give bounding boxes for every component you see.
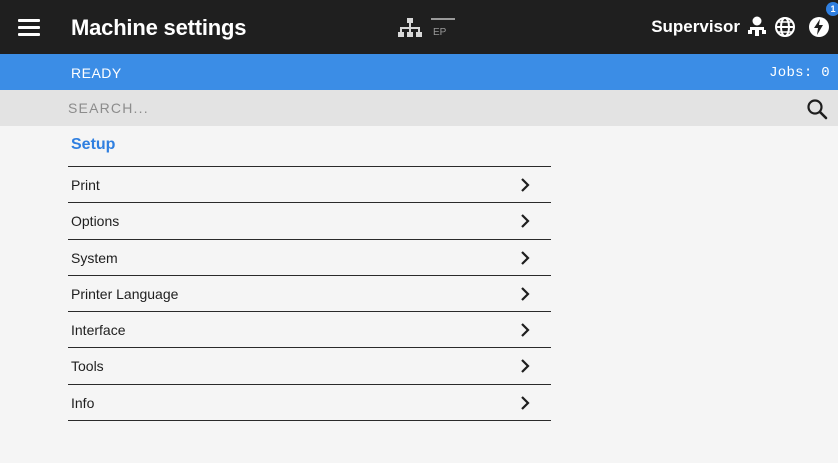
menu-item-label: Options [71, 213, 120, 230]
menu-item-printer-language[interactable]: Printer Language [68, 276, 551, 313]
user-role[interactable]: Supervisor [651, 17, 740, 37]
top-bar: Machine settings EP Supervisor 1 [0, 0, 838, 54]
network-status: EP [397, 17, 457, 39]
menu-item-label: Printer Language [71, 285, 179, 302]
menu-item-interface[interactable]: Interface [68, 312, 551, 349]
search-input[interactable] [68, 96, 768, 120]
network-label: EP [433, 27, 447, 38]
search-icon[interactable] [806, 98, 828, 120]
section-title-setup: Setup [71, 136, 116, 153]
menu-item-label: System [71, 249, 118, 266]
status-bar: READY Jobs: 0 [0, 54, 838, 90]
settings-menu: Print Options System Printer Language In… [68, 166, 551, 422]
chevron-right-icon [521, 250, 530, 265]
status-text: READY [71, 65, 122, 81]
menu-icon[interactable] [18, 17, 42, 37]
network-icon [398, 18, 422, 37]
chevron-right-icon [521, 323, 530, 337]
power-icon[interactable] [808, 16, 830, 38]
menu-item-label: Tools [71, 358, 104, 375]
menu-item-print[interactable]: Print [68, 167, 551, 204]
page-title: Machine settings [71, 15, 247, 40]
user-icon[interactable] [746, 16, 768, 38]
menu-item-label: Interface [71, 322, 126, 339]
chevron-right-icon [521, 396, 530, 410]
chevron-right-icon [521, 287, 530, 301]
menu-item-label: Print [71, 177, 100, 193]
menu-item-info[interactable]: Info [68, 385, 551, 422]
menu-item-options[interactable]: Options [68, 203, 551, 240]
globe-icon[interactable] [774, 16, 796, 38]
jobs-count: Jobs: 0 [769, 65, 830, 81]
search-bar [0, 90, 838, 126]
chevron-right-icon [521, 178, 530, 192]
chevron-right-icon [521, 214, 530, 229]
menu-item-system[interactable]: System [68, 240, 551, 276]
notification-badge: 1 [826, 2, 838, 16]
menu-item-label: Info [71, 394, 95, 411]
chevron-right-icon [521, 359, 530, 374]
menu-item-tools[interactable]: Tools [68, 348, 551, 385]
ep-line-icon [431, 18, 455, 20]
